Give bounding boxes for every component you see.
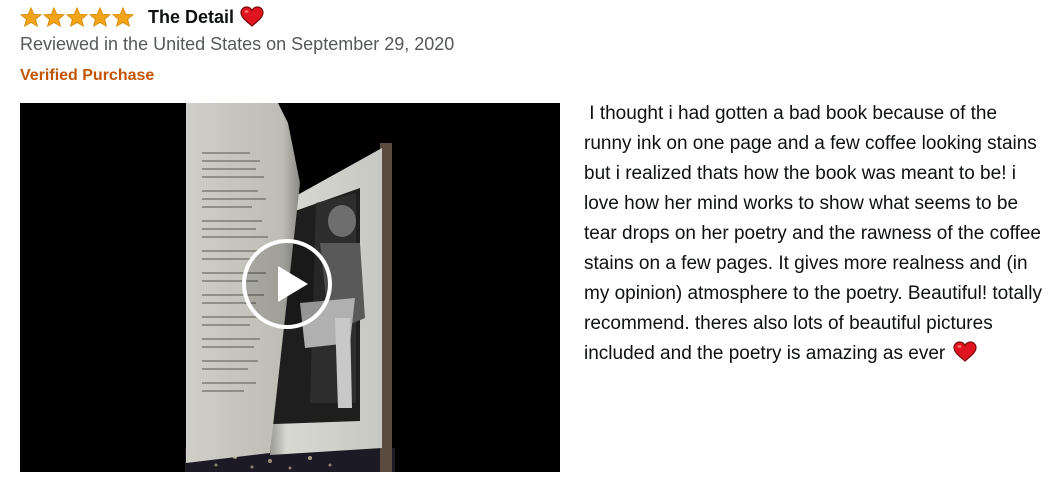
review-title[interactable]: The Detail: [148, 7, 234, 28]
heart-icon: [952, 341, 977, 362]
star-icon: [112, 7, 134, 27]
review-video[interactable]: [20, 103, 560, 472]
star-icon: [89, 7, 111, 27]
review-date: Reviewed in the United States on Septemb…: [20, 34, 455, 54]
star-rating[interactable]: [20, 7, 134, 27]
heart-icon: [240, 6, 264, 27]
star-icon: [66, 7, 88, 27]
star-icon: [43, 7, 65, 27]
play-icon: [278, 266, 308, 302]
play-button[interactable]: [242, 239, 332, 329]
review-body: I thought i had gotten a bad book becaus…: [584, 99, 1044, 369]
review-body-text: I thought i had gotten a bad book becaus…: [584, 103, 1048, 364]
star-icon: [20, 7, 42, 27]
verified-purchase-badge[interactable]: Verified Purchase: [20, 67, 154, 85]
review-header: The Detail: [20, 4, 264, 30]
